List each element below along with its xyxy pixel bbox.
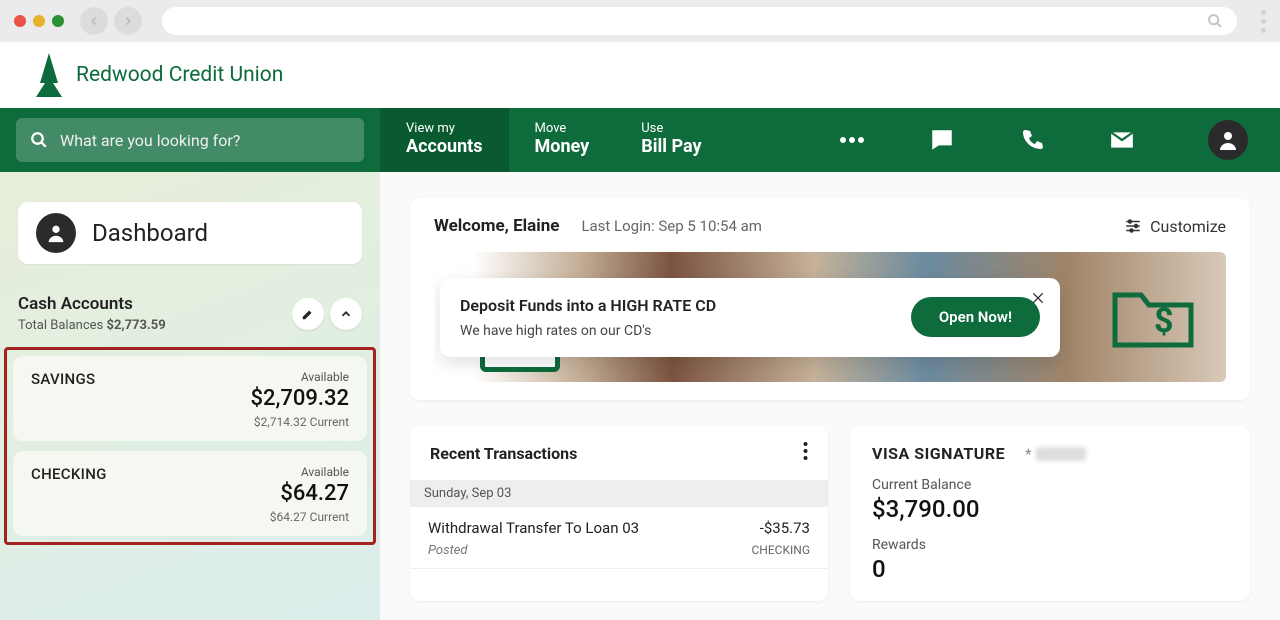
nav-tab-big: Accounts: [406, 137, 483, 158]
promo-body: We have high rates on our CD's: [460, 323, 893, 339]
person-icon: [36, 213, 76, 253]
svg-text:$: $: [1154, 301, 1174, 341]
search-input[interactable]: [60, 131, 350, 150]
customize-label: Customize: [1150, 217, 1226, 236]
browser-menu-button[interactable]: [1261, 10, 1266, 33]
dashboard-card[interactable]: Dashboard: [18, 202, 362, 264]
current-balance-label: Current Balance: [872, 477, 1228, 493]
profile-avatar[interactable]: [1208, 120, 1248, 160]
account-card-savings[interactable]: SAVINGS Available $2,709.32 $2,714.32 Cu…: [13, 356, 367, 441]
last-login-text: Last Login: Sep 5 10:54 am: [581, 217, 762, 235]
recent-transactions-title: Recent Transactions: [430, 444, 577, 463]
promo-banner: Deposit Funds into a HIGH RATE CD We hav…: [434, 252, 1226, 382]
visa-title: VISA SIGNATURE: [872, 444, 1005, 463]
nav-tab-bill-pay[interactable]: Use Bill Pay: [615, 108, 727, 172]
current-amount: $64.27 Current: [270, 510, 349, 524]
account-name: CHECKING: [31, 465, 107, 524]
brand-header: Redwood Credit Union: [0, 42, 1280, 108]
nav-tab-small: Move: [535, 122, 590, 137]
transaction-date: Sunday, Sep 03: [410, 480, 828, 507]
messages-icon[interactable]: [928, 126, 956, 154]
welcome-text: Welcome, Elaine: [434, 216, 559, 236]
brand-name: Redwood Credit Union: [76, 63, 283, 87]
site-search[interactable]: [16, 118, 364, 162]
transaction-desc: Withdrawal Transfer To Loan 03: [428, 519, 639, 537]
nav-tab-small: View my: [406, 122, 483, 137]
close-icon: [1030, 290, 1046, 306]
visa-panel: VISA SIGNATURE * Current Balance $3,790.…: [850, 426, 1250, 601]
chevron-up-icon: [339, 307, 353, 321]
nav-tab-move-money[interactable]: Move Money: [509, 108, 616, 172]
open-now-button[interactable]: Open Now!: [911, 297, 1040, 337]
phone-icon[interactable]: [1018, 126, 1046, 154]
edit-accounts-button[interactable]: [292, 298, 324, 330]
available-amount: $64.27: [270, 481, 349, 506]
available-label: Available: [270, 465, 349, 479]
dashboard-label: Dashboard: [92, 219, 208, 247]
rewards-label: Rewards: [872, 537, 1228, 553]
close-window-button[interactable]: [14, 15, 26, 27]
promo-title: Deposit Funds into a HIGH RATE CD: [460, 296, 893, 315]
mail-icon[interactable]: [1108, 126, 1136, 154]
total-balances: Total Balances $2,773.59: [18, 318, 166, 333]
maximize-window-button[interactable]: [52, 15, 64, 27]
account-card-checking[interactable]: CHECKING Available $64.27 $64.27 Current: [13, 451, 367, 536]
pencil-icon: [301, 307, 315, 321]
nav-tab-big: Bill Pay: [641, 137, 701, 158]
current-amount: $2,714.32 Current: [250, 415, 349, 429]
more-vertical-icon: [803, 442, 808, 460]
nav-tab-small: Use: [641, 122, 701, 137]
collapse-accounts-button[interactable]: [330, 298, 362, 330]
transaction-status: Posted: [428, 543, 639, 558]
transaction-account: CHECKING: [751, 543, 810, 557]
cash-accounts-heading: Cash Accounts: [18, 294, 166, 314]
welcome-card: Welcome, Elaine Last Login: Sep 5 10:54 …: [410, 198, 1250, 400]
window-controls: [14, 15, 64, 27]
tree-icon: [34, 53, 64, 97]
promo-card: Deposit Funds into a HIGH RATE CD We hav…: [440, 278, 1060, 357]
brand-logo[interactable]: Redwood Credit Union: [34, 53, 283, 97]
available-label: Available: [250, 370, 349, 384]
back-button[interactable]: [80, 7, 108, 35]
more-menu-button[interactable]: [838, 126, 866, 154]
forward-button[interactable]: [114, 7, 142, 35]
close-promo-button[interactable]: [1030, 290, 1046, 310]
main-content: Welcome, Elaine Last Login: Sep 5 10:54 …: [380, 172, 1280, 620]
recent-transactions-panel: Recent Transactions Sunday, Sep 03 Withd…: [410, 426, 828, 601]
available-amount: $2,709.32: [250, 386, 349, 411]
primary-nav: View my Accounts Move Money Use Bill Pay: [0, 108, 1280, 172]
search-icon: [30, 131, 48, 149]
customize-button[interactable]: Customize: [1124, 217, 1226, 236]
current-balance-amount: $3,790.00: [872, 495, 1228, 523]
transaction-row[interactable]: Withdrawal Transfer To Loan 03 Posted -$…: [410, 507, 828, 569]
address-bar[interactable]: [162, 7, 1237, 35]
money-folder-icon: $: [1110, 280, 1196, 354]
transaction-amount: -$35.73: [751, 519, 810, 537]
recent-more-button[interactable]: [803, 442, 808, 464]
sliders-icon: [1124, 217, 1142, 235]
rewards-amount: 0: [872, 555, 1228, 583]
minimize-window-button[interactable]: [33, 15, 45, 27]
account-name: SAVINGS: [31, 370, 95, 429]
nav-tab-big: Money: [535, 137, 590, 158]
visa-masked-number: *: [1025, 445, 1085, 463]
search-icon: [1207, 13, 1223, 29]
browser-chrome: [0, 0, 1280, 42]
nav-tab-accounts[interactable]: View my Accounts: [380, 108, 509, 172]
accounts-highlight: SAVINGS Available $2,709.32 $2,714.32 Cu…: [4, 347, 376, 545]
sidebar: Dashboard Cash Accounts Total Balances $…: [0, 172, 380, 620]
